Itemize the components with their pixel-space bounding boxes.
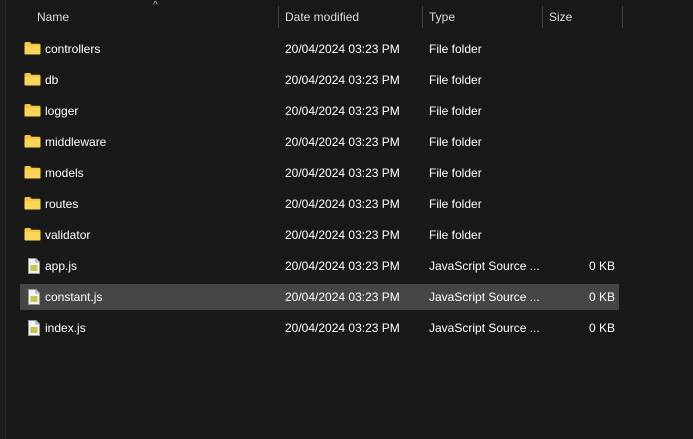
file-type: JavaScript Source ... — [429, 321, 540, 335]
folder-icon — [24, 134, 42, 150]
file-date-modified: 20/04/2024 03:23 PM — [285, 259, 400, 273]
file-list-pane: ^ Name Date modified Type Size controlle… — [0, 0, 693, 439]
file-name: app.js — [45, 259, 78, 273]
column-header-name[interactable]: Name — [37, 4, 277, 30]
file-name: middleware — [45, 135, 107, 149]
file-date-modified: 20/04/2024 03:23 PM — [285, 104, 400, 118]
file-type: File folder — [429, 197, 482, 211]
file-size — [545, 191, 615, 217]
file-type: File folder — [429, 228, 482, 242]
column-divider[interactable] — [622, 6, 623, 28]
file-name: constant.js — [45, 290, 103, 304]
column-divider[interactable] — [278, 6, 279, 28]
file-type: JavaScript Source ... — [429, 290, 540, 304]
file-name: logger — [45, 104, 79, 118]
file-row[interactable]: app.js 20/04/2024 03:23 PM JavaScript Sour… — [20, 253, 619, 279]
file-name: models — [45, 166, 84, 180]
column-header-type[interactable]: Type — [429, 4, 541, 30]
file-date-modified: 20/04/2024 03:23 PM — [285, 290, 400, 304]
file-type: JavaScript Source ... — [429, 259, 540, 273]
file-size — [545, 67, 615, 93]
file-type: File folder — [429, 73, 482, 87]
file-size: 0 KB — [588, 290, 615, 304]
file-row[interactable]: routes 20/04/2024 03:23 PM File folder — [20, 191, 619, 217]
file-date-modified: 20/04/2024 03:23 PM — [285, 166, 400, 180]
file-size — [545, 222, 615, 248]
file-date-modified: 20/04/2024 03:23 PM — [285, 135, 400, 149]
column-divider[interactable] — [542, 6, 543, 28]
file-row[interactable]: validator 20/04/2024 03:23 PM File folder — [20, 222, 619, 248]
file-date-modified: 20/04/2024 03:23 PM — [285, 197, 400, 211]
file-size — [545, 36, 615, 62]
file-type: File folder — [429, 166, 482, 180]
file-size: 0 KB — [588, 321, 615, 335]
folder-icon — [24, 165, 42, 181]
file-name: controllers — [45, 42, 101, 56]
file-row[interactable]: index.js 20/04/2024 03:23 PM JavaScript So… — [20, 315, 619, 341]
file-type: File folder — [429, 135, 482, 149]
js-file-icon — [27, 289, 45, 305]
file-row[interactable]: models 20/04/2024 03:23 PM File folder — [20, 160, 619, 186]
column-divider[interactable] — [422, 6, 423, 28]
file-date-modified: 20/04/2024 03:23 PM — [285, 42, 400, 56]
js-file-icon — [27, 320, 45, 336]
file-type: File folder — [429, 42, 482, 56]
folder-icon — [24, 196, 42, 212]
file-type: File folder — [429, 104, 482, 118]
folder-icon — [24, 227, 42, 243]
file-row[interactable]: constant.js 20/04/2024 03:23 PM JavaScript… — [20, 284, 619, 310]
file-date-modified: 20/04/2024 03:23 PM — [285, 228, 400, 242]
file-date-modified: 20/04/2024 03:23 PM — [285, 321, 400, 335]
js-file-icon — [27, 258, 45, 274]
file-name: db — [45, 73, 59, 87]
file-row[interactable]: db 20/04/2024 03:23 PM File folder — [20, 67, 619, 93]
file-size — [545, 160, 615, 186]
file-name: routes — [45, 197, 79, 211]
file-row[interactable]: logger 20/04/2024 03:23 PM File folder — [20, 98, 619, 124]
file-size — [545, 98, 615, 124]
pane-left-edge — [0, 0, 6, 439]
file-row[interactable]: controllers 20/04/2024 03:23 PM File folde… — [20, 36, 619, 62]
file-date-modified: 20/04/2024 03:23 PM — [285, 73, 400, 87]
file-size: 0 KB — [588, 259, 615, 273]
folder-icon — [24, 103, 42, 119]
file-name: index.js — [45, 321, 86, 335]
column-header-bar: ^ Name Date modified Type Size — [6, 0, 693, 34]
file-row[interactable]: middleware 20/04/2024 03:23 PM File folder — [20, 129, 619, 155]
column-header-date-modified[interactable]: Date modified — [285, 4, 421, 30]
file-name: validator — [45, 228, 91, 242]
folder-icon — [24, 72, 42, 88]
file-size — [545, 129, 615, 155]
folder-icon — [24, 41, 42, 57]
column-header-size[interactable]: Size — [549, 4, 619, 30]
